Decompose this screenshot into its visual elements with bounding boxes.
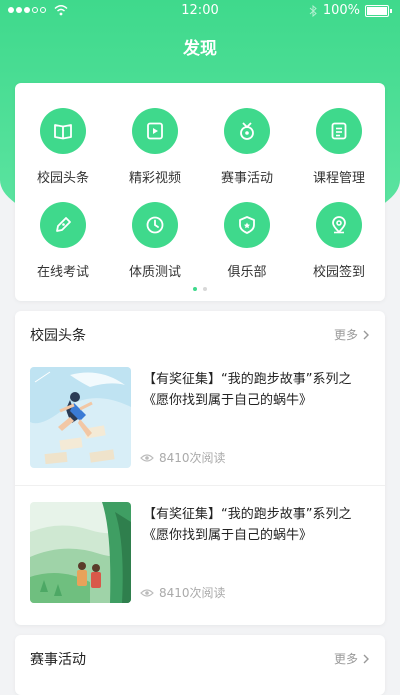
article-views: 8410次阅读: [140, 584, 226, 601]
status-bar: 12:00 100%: [0, 0, 400, 22]
pen-icon: [40, 202, 86, 248]
chevron-right-icon: [363, 654, 369, 663]
view-count: 8410次阅读: [159, 586, 226, 600]
medal-icon: [224, 108, 270, 154]
menu-item-label: 在线考试: [36, 265, 89, 280]
runner-illustration: [30, 367, 131, 468]
menu-item-videos[interactable]: 精彩视频: [109, 108, 201, 186]
eye-icon: [140, 588, 154, 597]
menu-item-events[interactable]: 赛事活动: [201, 108, 293, 186]
more-link[interactable]: 更多: [334, 326, 370, 343]
page-indicator: [15, 287, 385, 291]
battery-percent: 100%: [322, 3, 360, 18]
menu-item-label: 精彩视频: [128, 171, 181, 186]
battery-indicator: 100%: [309, 3, 392, 18]
menu-item-club[interactable]: 俱乐部: [201, 202, 293, 280]
battery-icon: [365, 4, 389, 17]
book-icon: [40, 108, 86, 154]
bluetooth-icon: [309, 4, 317, 17]
quick-menu-card: 校园头条 精彩视频 赛事活动 课程管理 在线考试 体质测试 俱乐部 校园签到: [15, 83, 385, 301]
news-article[interactable]: 【有奖征集】“我的跑步故事”系列之《愿你找到属于自己的蜗牛》 8410次阅读: [30, 367, 370, 468]
battery-cap: [390, 8, 392, 13]
events-section: 赛事活动 更多: [15, 635, 385, 695]
menu-item-label: 俱乐部: [227, 265, 267, 280]
more-label: 更多: [333, 652, 358, 666]
menu-item-label: 课程管理: [312, 171, 365, 186]
page-title: 发现: [183, 39, 217, 59]
menu-item-online-exam[interactable]: 在线考试: [17, 202, 109, 280]
article-title: 【有奖征集】“我的跑步故事”系列之《愿你找到属于自己的蜗牛》: [143, 372, 352, 408]
more-link[interactable]: 更多: [334, 650, 370, 667]
nature-illustration: [30, 502, 131, 603]
section-title: 校园头条: [30, 328, 86, 344]
menu-item-label: 校园头条: [36, 171, 89, 186]
menu-item-fitness-test[interactable]: 体质测试: [109, 202, 201, 280]
more-label: 更多: [333, 328, 358, 342]
news-article[interactable]: 【有奖征集】“我的跑步故事”系列之《愿你找到属于自己的蜗牛》 8410次阅读: [30, 502, 370, 603]
clock-icon: [132, 202, 178, 248]
video-icon: [132, 108, 178, 154]
article-thumbnail: [30, 367, 131, 468]
menu-item-label: 体质测试: [128, 265, 181, 280]
eye-icon: [140, 453, 154, 462]
menu-item-label: 校园签到: [312, 265, 365, 280]
menu-item-check-in[interactable]: 校园签到: [293, 202, 385, 280]
chevron-right-icon: [363, 330, 369, 339]
article-thumbnail: [30, 502, 131, 603]
menu-item-campus-news[interactable]: 校园头条: [17, 108, 109, 186]
menu-item-courses[interactable]: 课程管理: [293, 108, 385, 186]
section-header: 赛事活动 更多: [30, 649, 370, 669]
article-views: 8410次阅读: [140, 449, 226, 466]
location-icon: [316, 202, 362, 248]
menu-item-label: 赛事活动: [220, 171, 273, 186]
view-count: 8410次阅读: [159, 451, 226, 465]
page-dot[interactable]: [203, 287, 207, 291]
shield-icon: [224, 202, 270, 248]
section-header: 校园头条 更多: [30, 325, 370, 345]
divider: [15, 485, 385, 486]
article-title: 【有奖征集】“我的跑步故事”系列之《愿你找到属于自己的蜗牛》: [143, 507, 352, 543]
clipboard-icon: [316, 108, 362, 154]
section-title: 赛事活动: [30, 652, 86, 668]
campus-news-section: 校园头条 更多 【有奖征集】“我的跑步故事”系列之《愿你找到属于自己的蜗牛》 8…: [15, 311, 385, 625]
page-dot-active[interactable]: [193, 287, 197, 291]
